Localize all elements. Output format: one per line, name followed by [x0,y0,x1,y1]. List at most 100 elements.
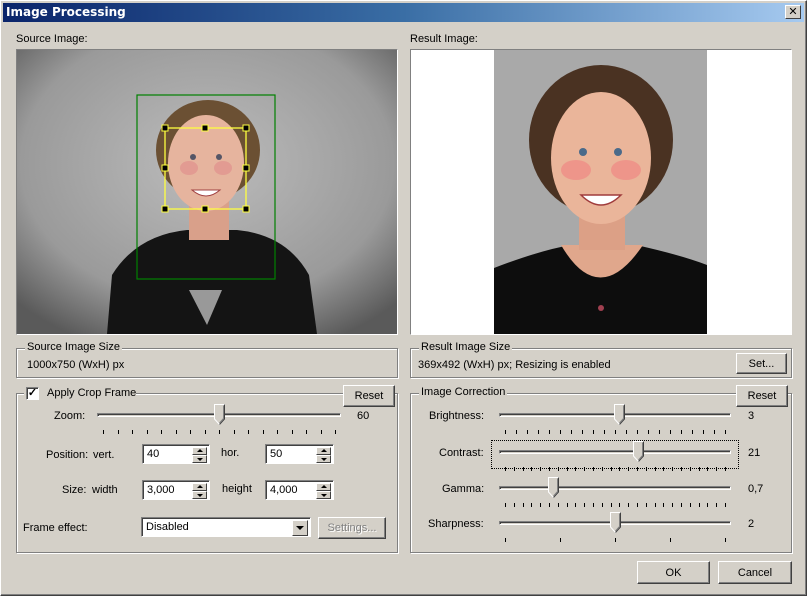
spin-up-icon[interactable] [192,447,207,455]
chevron-down-icon[interactable] [292,520,308,536]
source-image-view[interactable] [16,49,398,335]
correction-reset-button[interactable]: Reset [736,385,788,407]
slider-tick [566,503,568,507]
spin-up-icon[interactable] [316,447,331,455]
slider-tick [522,503,524,507]
slider-thumb[interactable] [614,404,626,426]
crop-checkbox-row[interactable]: ✓ Apply Crop Frame [24,387,136,401]
slider-tick [575,467,577,471]
sharpness-slider[interactable] [499,512,731,542]
apply-crop-frame-label[interactable]: Apply Crop Frame [47,387,136,399]
slider-thumb[interactable] [548,477,560,499]
slider-tick [725,538,726,542]
result-image-size-group: Result Image Size 369x492 (WxH) px; Resi… [410,341,792,378]
slider-thumb[interactable] [633,441,645,463]
slider-tick [557,503,559,507]
slider-tick [637,503,638,507]
slider-tick [601,467,603,471]
frame-effect-selected: Disabled [146,521,189,533]
slider-tick [522,467,524,471]
brightness-slider[interactable] [499,404,731,434]
slider-tick [689,467,691,471]
image-correction-title: Image Correction [419,386,508,398]
position-label: Position: [46,449,89,461]
ok-button[interactable]: OK [637,561,710,584]
slider-tick [681,503,682,507]
frame-effect-settings-button[interactable]: Settings... [318,517,386,539]
slider-tick [672,467,674,471]
title-bar[interactable]: Image Processing ✕ [3,3,804,22]
slider-tick [248,430,249,434]
gamma-value: 0,7 [748,483,764,495]
slider-tick [681,467,682,471]
spin-down-icon[interactable] [192,491,207,499]
crop-reset-button[interactable]: Reset [343,385,395,407]
slider-tick [505,538,506,542]
slider-tick [557,467,559,471]
slider-tick [531,467,533,471]
window-title: Image Processing [6,5,126,19]
sharpness-label: Sharpness: [428,518,484,530]
slider-tick [538,430,539,434]
size-height-value[interactable]: 4,000 [270,484,298,496]
size-height-spinner[interactable]: 4,000 [265,480,334,500]
slider-tick [233,430,235,434]
slider-tick [175,430,177,434]
zoom-slider[interactable] [97,404,341,434]
close-button[interactable]: ✕ [785,5,801,19]
apply-crop-frame-checkbox[interactable]: ✓ [26,387,39,400]
slider-tick [716,503,718,507]
position-vert-value[interactable]: 40 [147,448,159,460]
spin-down-icon[interactable] [316,491,331,499]
slider-tick [584,467,586,471]
brightness-label: Brightness: [429,410,485,422]
slider-tick [132,430,133,434]
frame-effect-label: Frame effect: [23,522,88,534]
cancel-button[interactable]: Cancel [718,561,792,584]
slider-tick [610,503,612,507]
brightness-value: 3 [748,410,755,422]
spin-up-icon[interactable] [192,483,207,491]
slider-tick [707,503,709,507]
slider-tick [320,430,322,434]
slider-tick [571,430,572,434]
slider-tick [645,467,647,471]
slider-track[interactable] [499,450,731,454]
slider-tick [540,467,542,471]
contrast-label: Contrast: [439,447,484,459]
position-vert-spinner[interactable]: 40 [142,444,210,464]
spin-down-icon[interactable] [316,455,331,463]
slider-tick [146,430,148,434]
slider-tick [103,430,104,434]
slider-tick [648,430,649,434]
set-button[interactable]: Set... [736,353,787,374]
slider-tick [615,538,616,542]
spin-down-icon[interactable] [192,455,207,463]
slider-tick [117,430,119,434]
slider-track[interactable] [499,486,731,490]
size-width-spinner[interactable]: 3,000 [142,480,210,500]
spin-up-icon[interactable] [316,483,331,491]
slider-thumb[interactable] [214,404,225,426]
source-image-size-text: 1000x750 (WxH) px [27,359,125,371]
size-width-value[interactable]: 3,000 [147,484,175,496]
slider-thumb[interactable] [610,512,621,534]
frame-effect-dropdown[interactable]: Disabled [141,517,311,537]
contrast-slider[interactable] [499,441,731,471]
slider-tick [628,467,630,471]
slider-tick [725,430,726,434]
result-image-label: Result Image: [410,33,478,45]
slider-tick [619,467,621,471]
slider-tick [505,503,506,507]
slider-tick [593,430,594,434]
slider-tick [670,430,671,434]
source-image-size-group: Source Image Size 1000x750 (WxH) px [16,341,398,378]
slider-tick [672,503,674,507]
position-hor-value[interactable]: 50 [270,448,282,460]
source-image-size-title: Source Image Size [25,341,122,353]
gamma-slider[interactable] [499,477,731,507]
slider-tick [513,467,515,471]
result-image-view [410,49,792,335]
position-hor-spinner[interactable]: 50 [265,444,334,464]
slider-tick [204,430,206,434]
